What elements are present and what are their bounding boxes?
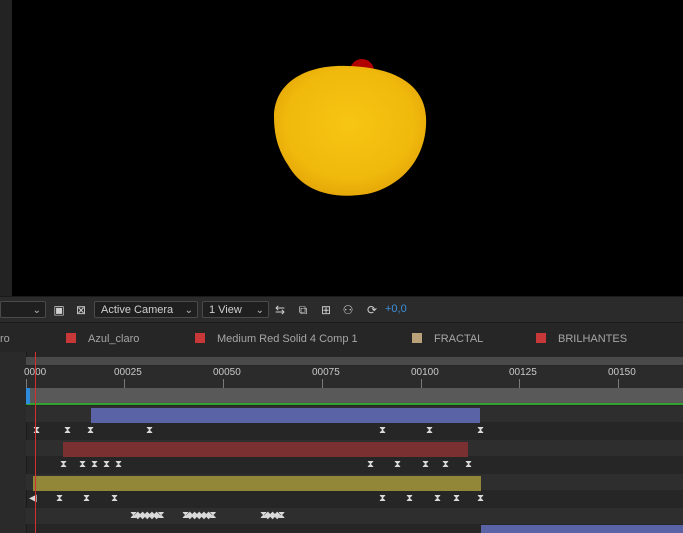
keyframe-marker[interactable]: ⧗ [115, 459, 122, 470]
ruler-tick [223, 379, 224, 388]
layer-row[interactable] [26, 474, 683, 491]
flowchart-icon[interactable]: ⚇ [340, 302, 356, 318]
comp-render [274, 59, 427, 196]
layer-bar-red[interactable] [63, 442, 468, 457]
keyframe-marker[interactable]: ⧗ [394, 459, 401, 470]
keyframe-marker[interactable]: ⧗ [103, 459, 110, 470]
keyframe-marker[interactable]: ⧗ [422, 459, 429, 470]
exposure-value[interactable]: +0,0 [385, 301, 407, 318]
transparency-grid-icon[interactable]: ⊠ [73, 302, 89, 318]
layer-tab-row: ro Azul_claro Medium Red Solid 4 Comp 1 … [0, 322, 683, 354]
layer-tab[interactable]: Azul_claro [66, 332, 139, 346]
keyframe-row: ⧗ ⧗ ⧗ ⧗ ⧗ ⧗ ⧗ ⧗ ⧗ ⧗ [26, 457, 683, 473]
chevron-down-icon: ⌄ [255, 305, 264, 316]
keyframe-marker[interactable]: ⧗ [442, 459, 449, 470]
keyframe-row: ⧗ ⧗ ⧗ ⧗ ⧗ ⧗ ⧗ [26, 423, 683, 439]
keyframe-marker[interactable]: ⧗ [434, 493, 441, 504]
layer-row[interactable] [26, 440, 683, 457]
layer-tab-label: FRACTAL [434, 333, 484, 345]
keyframe-marker[interactable]: ⧗ [64, 425, 71, 436]
layer-tab[interactable]: Medium Red Solid 4 Comp 1 [195, 332, 358, 346]
keyframe-marker[interactable]: ⧗ [379, 425, 386, 436]
timeline-left-gutter [0, 352, 27, 533]
keyframe-marker[interactable]: ⧗ [477, 425, 484, 436]
layer-tab-label: ro [0, 333, 10, 345]
playhead-line[interactable] [35, 352, 36, 533]
layer-tab[interactable]: ro [0, 332, 10, 346]
keyframe-marker[interactable]: ⧗ [453, 493, 460, 504]
ruler-label: 00150 [608, 367, 636, 378]
label-color-swatch [66, 333, 76, 343]
keyframe-marker[interactable]: ⧗ [379, 493, 386, 504]
layer-tab-label: Azul_claro [88, 333, 140, 345]
ruler-tick [26, 379, 27, 388]
ruler-tick [421, 379, 422, 388]
view-layout-dropdown[interactable]: 1 View ⌄ [202, 301, 269, 318]
layer-tab[interactable]: BRILHANTES [536, 332, 627, 346]
monitor-icon[interactable]: ▣ [51, 302, 67, 318]
reset-exposure-icon[interactable]: ⟳ [364, 302, 380, 318]
yellow-blob-shape [274, 65, 427, 196]
keyframe-marker[interactable]: ⧗ [87, 425, 94, 436]
keyframe-marker[interactable]: ⧗ [111, 493, 118, 504]
keyframe-marker[interactable]: ⧗ [91, 459, 98, 470]
toggle-pixel-aspect-icon[interactable]: ⇆ [272, 302, 288, 318]
keyframe-marker[interactable]: ⧗ [367, 459, 374, 470]
composition-viewer [0, 0, 683, 296]
keyframe-marker[interactable]: ⧗ [146, 425, 153, 436]
chevron-down-icon: ⌄ [184, 305, 193, 316]
ruler-tick [618, 379, 619, 388]
keyframe-cluster[interactable]: ⧗◆◆◆⧗ [260, 510, 285, 521]
layer-row[interactable] [26, 406, 683, 423]
label-color-swatch [195, 333, 205, 343]
ruler-label: 00025 [114, 367, 142, 378]
ruler-label: 00100 [411, 367, 439, 378]
timeline-panel: 0000 00025 00050 00075 00100 00125 00150… [0, 352, 683, 533]
magnification-dropdown[interactable]: ⌄ [0, 301, 46, 318]
keyframe-cluster[interactable]: ⧗◆◆◆◆◆⧗ [130, 510, 164, 521]
keyframe-marker[interactable]: ⧗ [406, 493, 413, 504]
layer-bar-blue-2[interactable] [481, 525, 683, 533]
ruler-label: 00075 [312, 367, 340, 378]
viewer-toolbar: ⌄ ▣ ⊠ Active Camera ⌄ 1 View ⌄ ⇆ ⧉ ⊞ ⚇ ⟳ +… [0, 296, 683, 323]
current-time-indicator-handle[interactable] [26, 388, 30, 404]
keyframe-row: ⧗◆◆◆◆◆⧗ ⧗◆◆◆◆◆⧗ ⧗◆◆◆⧗ [26, 508, 683, 524]
label-color-swatch [536, 333, 546, 343]
timeline-icon[interactable]: ⊞ [318, 302, 334, 318]
ruler-tick [124, 379, 125, 388]
ruler-tick [519, 379, 520, 388]
layer-row[interactable] [26, 525, 683, 533]
keyframe-marker[interactable]: ⧗ [426, 425, 433, 436]
layer-bar-blue[interactable] [91, 408, 480, 423]
layer-tab[interactable]: FRACTAL [412, 332, 483, 346]
layer-tab-label: Medium Red Solid 4 Comp 1 [217, 333, 358, 345]
camera-dropdown[interactable]: Active Camera ⌄ [94, 301, 198, 318]
keyframe-marker[interactable]: ⧗ [465, 459, 472, 470]
label-color-swatch [412, 333, 422, 343]
keyframe-cluster[interactable]: ⧗◆◆◆◆◆⧗ [182, 510, 216, 521]
layer-tab-label: BRILHANTES [558, 333, 628, 345]
keyframe-marker[interactable]: ⧗ [60, 459, 67, 470]
time-ruler[interactable]: 0000 00025 00050 00075 00100 00125 00150 [24, 366, 683, 388]
keyframe-marker[interactable]: ⧗ [56, 493, 63, 504]
work-area-bar[interactable] [26, 357, 683, 365]
render-bar [26, 403, 683, 405]
layer-bar-olive[interactable] [33, 476, 481, 491]
keyframe-marker[interactable]: ⧗ [83, 493, 90, 504]
keyframe-row: ◀ ⧗ ⧗ ⧗ ⧗ ⧗ ⧗ ⧗ ⧗ [26, 491, 683, 507]
keyframe-marker[interactable]: ⧗ [477, 493, 484, 504]
ruler-label: 00050 [213, 367, 241, 378]
chevron-down-icon: ⌄ [32, 305, 41, 316]
ruler-label: 00125 [509, 367, 537, 378]
ruler-tick [322, 379, 323, 388]
composition-canvas[interactable] [12, 0, 683, 296]
keyframe-marker[interactable]: ⧗ [79, 459, 86, 470]
comp-duration-bar[interactable] [26, 388, 683, 404]
fast-previews-icon[interactable]: ⧉ [295, 302, 311, 318]
